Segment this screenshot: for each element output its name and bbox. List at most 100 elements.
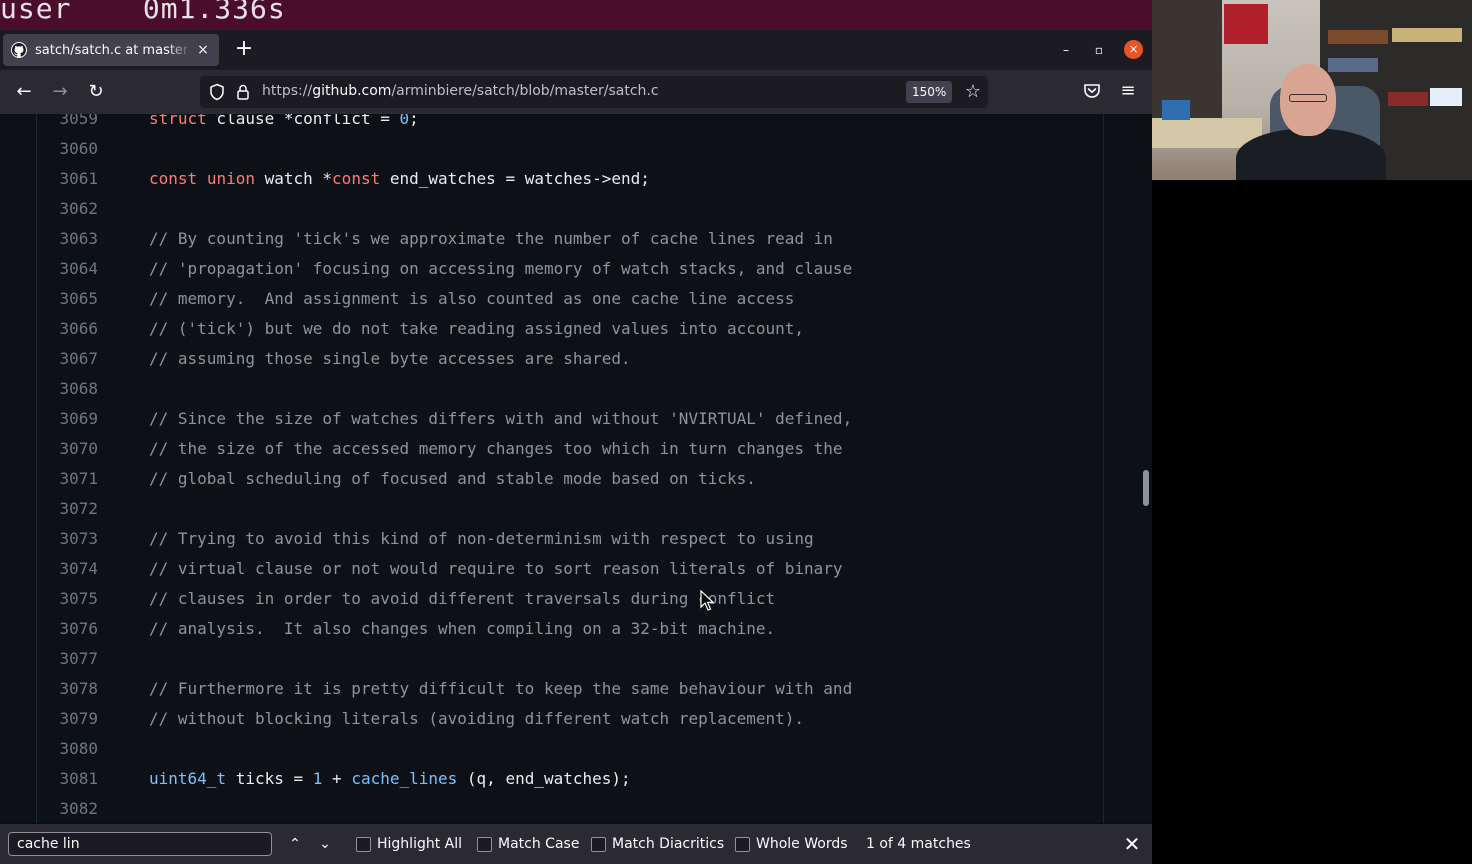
code-text: // ('tick') but we do not take reading a… [149, 314, 804, 344]
window-close-button[interactable]: × [1124, 40, 1143, 59]
code-token: clause *conflict = [206, 114, 400, 128]
line-number[interactable]: 3061 [37, 164, 98, 194]
checkbox-box[interactable] [356, 836, 371, 852]
code-token: 0 [399, 114, 410, 128]
code-token: // Trying to avoid this kind of non-dete… [149, 529, 814, 548]
code-line: 3082 [37, 794, 1103, 823]
line-number[interactable]: 3075 [37, 584, 98, 614]
whole-words-checkbox[interactable]: Whole Words [735, 836, 848, 852]
code-text: // Furthermore it is pretty difficult to… [149, 674, 852, 704]
code-line: 3078 // Furthermore it is pretty difficul… [37, 674, 1103, 704]
code-token: struct [149, 114, 207, 128]
whole-words-label: Whole Words [756, 836, 848, 852]
line-number[interactable]: 3082 [37, 794, 98, 823]
find-previous-button[interactable]: ⌃ [284, 832, 306, 856]
match-diacritics-checkbox[interactable]: Match Diacritics [591, 836, 724, 852]
url-host: github.com [312, 83, 392, 99]
url-prefix: https:// [262, 83, 313, 99]
line-number[interactable]: 3079 [37, 704, 98, 734]
checkbox-box[interactable] [735, 836, 750, 852]
code-line: 3063 // By counting 'tick's we approximat… [37, 224, 1103, 254]
code-line: 3060 [37, 134, 1103, 164]
reload-button[interactable]: ↻ [84, 80, 108, 104]
find-input[interactable] [8, 832, 272, 856]
find-match-count: 1 of 4 matches [866, 836, 971, 852]
line-number[interactable]: 3066 [37, 314, 98, 344]
bookmark-star-icon[interactable]: ☆ [962, 81, 984, 103]
code-line: 3071 // global scheduling of focused and … [37, 464, 1103, 494]
new-tab-button[interactable]: + [232, 38, 256, 62]
line-number[interactable]: 3077 [37, 644, 98, 674]
line-number[interactable]: 3065 [37, 284, 98, 314]
restore-button[interactable]: ▫ [1089, 40, 1109, 60]
code-line: 3073 // Trying to avoid this kind of non-… [37, 524, 1103, 554]
code-line: 3067 // assuming those single byte access… [37, 344, 1103, 374]
line-number[interactable]: 3069 [37, 404, 98, 434]
line-number[interactable]: 3076 [37, 614, 98, 644]
code-line: 3076 // analysis. It also changes when co… [37, 614, 1103, 644]
find-bar: ⌃ ⌄ Highlight All Match Case Match Diacr… [0, 823, 1152, 864]
line-number[interactable]: 3074 [37, 554, 98, 584]
tab-satch[interactable]: satch/satch.c at master · arminbiere/sat… [3, 34, 219, 66]
code-text: // Trying to avoid this kind of non-dete… [149, 524, 814, 554]
line-number[interactable]: 3062 [37, 194, 98, 224]
code-token: // without blocking literals (avoiding d… [149, 709, 805, 728]
url-text[interactable]: https://github.com/arminbiere/satch/blob… [262, 83, 659, 99]
tracking-shield-icon[interactable] [208, 83, 226, 101]
match-case-checkbox[interactable]: Match Case [477, 836, 579, 852]
line-number[interactable]: 3072 [37, 494, 98, 524]
code-token: watch * [254, 169, 333, 188]
find-next-button[interactable]: ⌄ [314, 832, 336, 856]
code-line: 3065 // memory. And assignment is also co… [37, 284, 1103, 314]
code-token: cache_lines [351, 769, 458, 788]
back-button[interactable]: ← [12, 80, 36, 104]
line-number[interactable]: 3080 [37, 734, 98, 764]
code-text: // memory. And assignment is also counte… [149, 284, 794, 314]
line-number[interactable]: 3081 [37, 764, 98, 794]
line-number[interactable]: 3073 [37, 524, 98, 554]
webcam-glasses [1289, 94, 1327, 102]
code-text: // without blocking literals (avoiding d… [149, 704, 804, 734]
browser-window: satch/satch.c at master · arminbiere/sat… [0, 30, 1152, 864]
line-number[interactable]: 3068 [37, 374, 98, 404]
highlight-all-label: Highlight All [377, 836, 463, 852]
code-line: 3077 [37, 644, 1103, 674]
checkbox-box[interactable] [477, 836, 492, 852]
forward-button[interactable]: → [48, 80, 72, 104]
line-number[interactable]: 3070 [37, 434, 98, 464]
code-text: // the size of the accessed memory chang… [149, 434, 843, 464]
line-number[interactable]: 3064 [37, 254, 98, 284]
code-text: uint64_t ticks = 1 + cache_lines (q, end… [149, 764, 631, 794]
code-line: 3070 // the size of the accessed memory c… [37, 434, 1103, 464]
line-number[interactable]: 3063 [37, 224, 98, 254]
lock-icon[interactable] [234, 83, 252, 101]
zoom-level-button[interactable]: 150% [906, 81, 953, 103]
minimize-button[interactable]: – [1056, 40, 1076, 60]
address-bar[interactable]: https://github.com/arminbiere/satch/blob… [200, 76, 988, 108]
code-token: // ('tick') but we do not take reading a… [149, 319, 805, 338]
code-token: ticks = [226, 769, 313, 788]
code-line: 3059 struct clause *conflict = 0; [37, 114, 1103, 134]
tab-close-icon[interactable]: × [195, 42, 211, 58]
pocket-icon[interactable] [1082, 81, 1102, 101]
checkbox-box[interactable] [591, 836, 606, 852]
find-close-button[interactable]: ✕ [1122, 832, 1142, 856]
code-token: // 'propagation' focusing on accessing m… [149, 259, 853, 278]
line-number[interactable]: 3060 [37, 134, 98, 164]
line-number[interactable]: 3078 [37, 674, 98, 704]
highlight-all-checkbox[interactable]: Highlight All [356, 836, 462, 852]
code-token: const [149, 169, 198, 188]
code-line: 3079 // without blocking literals (avoidi… [37, 704, 1103, 734]
line-number[interactable]: 3067 [37, 344, 98, 374]
code-line: 3062 [37, 194, 1103, 224]
code-line: 3075 // clauses in order to avoid differe… [37, 584, 1103, 614]
line-number[interactable]: 3059 [37, 114, 98, 134]
code-text: // Since the size of watches differs wit… [149, 404, 852, 434]
hamburger-menu-icon[interactable]: ≡ [1118, 80, 1138, 102]
scrollbar-thumb[interactable] [1143, 470, 1149, 506]
line-number[interactable]: 3071 [37, 464, 98, 494]
code-text: // global scheduling of focused and stab… [149, 464, 756, 494]
webcam-books [1392, 28, 1462, 42]
webcam-poster [1430, 88, 1462, 106]
code-token: uint64_t [149, 769, 227, 788]
